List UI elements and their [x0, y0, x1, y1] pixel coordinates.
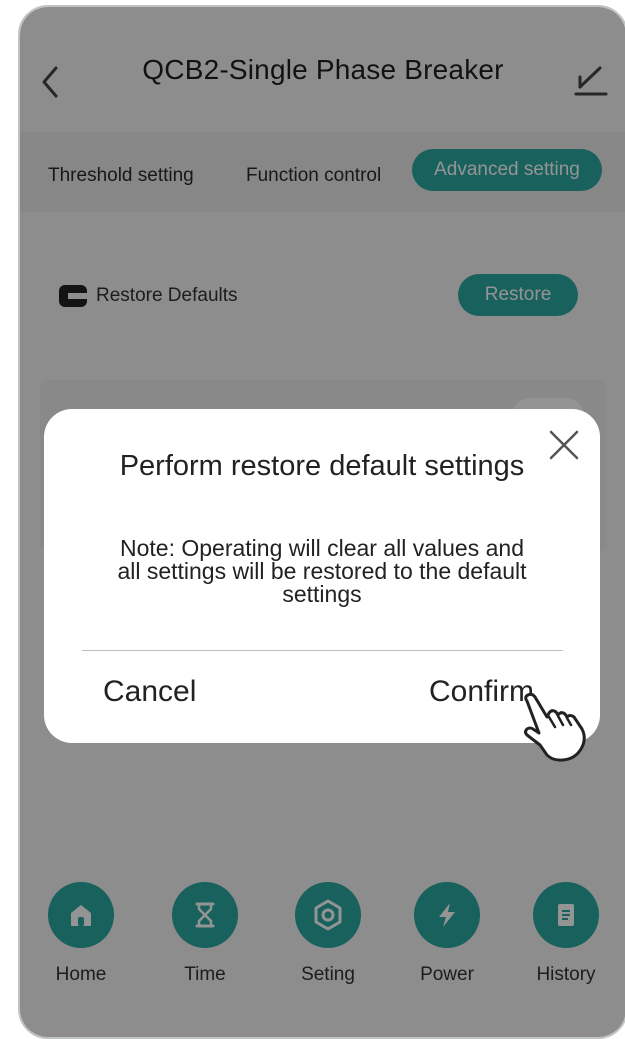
cancel-button[interactable]: Cancel — [103, 675, 196, 709]
dialog-note: Note: Operating will clear all values an… — [117, 535, 527, 607]
close-icon[interactable] — [548, 429, 580, 461]
dialog-title: Perform restore default settings — [119, 450, 525, 482]
dialog-divider — [82, 650, 563, 651]
hand-pointer-icon — [524, 693, 586, 762]
